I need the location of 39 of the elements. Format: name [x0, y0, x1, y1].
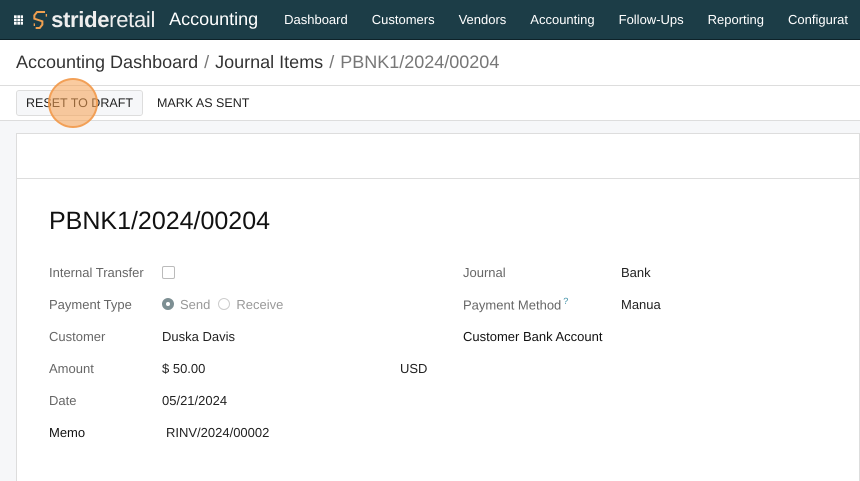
breadcrumb-item: PBNK1/2024/00204	[340, 52, 500, 73]
menu-item[interactable]: Configurat	[776, 12, 860, 27]
field-label: Customer	[49, 328, 106, 344]
field-label: Customer Bank Account	[463, 328, 604, 344]
menu-item[interactable]: Follow-Ups	[606, 12, 696, 27]
menu-item[interactable]: Reporting	[696, 12, 776, 27]
field-value: RINV/2024/00002	[165, 424, 270, 440]
checkbox[interactable]	[162, 266, 175, 278]
radio-label: Send	[180, 296, 210, 312]
field-label: Amount	[49, 360, 95, 376]
menu-item[interactable]: Accounting	[518, 12, 607, 27]
field-label: Date	[49, 392, 78, 408]
field-label: Journal	[463, 264, 507, 280]
field-value: Manua	[621, 296, 662, 312]
breadcrumb-separator: /	[329, 52, 334, 73]
radio-label: Receive	[236, 296, 284, 312]
field-label: Internal Transfer	[49, 264, 145, 280]
breadcrumb-item[interactable]: Accounting Dashboard	[16, 52, 198, 73]
menu-item[interactable]: Vendors	[446, 12, 518, 27]
action-button[interactable]: MARK AS SENT	[146, 90, 260, 116]
breadcrumb-separator: /	[204, 52, 210, 73]
field-value: 05/21/2024	[162, 392, 228, 408]
field-value: Bank	[621, 264, 652, 280]
currency-value: USD	[400, 360, 428, 376]
app-grid-icon[interactable]	[14, 12, 24, 26]
field-label: Payment Type	[49, 296, 133, 312]
help-marker[interactable]: ?	[563, 296, 568, 306]
brand-name: strideretail	[51, 6, 156, 32]
field-label: Memo	[49, 424, 86, 440]
radio-button[interactable]	[162, 298, 174, 310]
menu-item[interactable]: Dashboard	[272, 12, 360, 27]
menu-item[interactable]: Customers	[360, 12, 447, 27]
breadcrumb-item[interactable]: Journal Items	[215, 52, 324, 73]
field-value: Duska Davis	[162, 328, 236, 344]
radio-button[interactable]	[218, 298, 230, 310]
field-label: Payment Method$^{?}$	[463, 296, 570, 312]
record-title: PBNK1/2024/00204	[49, 207, 272, 236]
field-value: $ 50.00	[162, 360, 206, 376]
app-title[interactable]: Accounting	[169, 9, 258, 30]
